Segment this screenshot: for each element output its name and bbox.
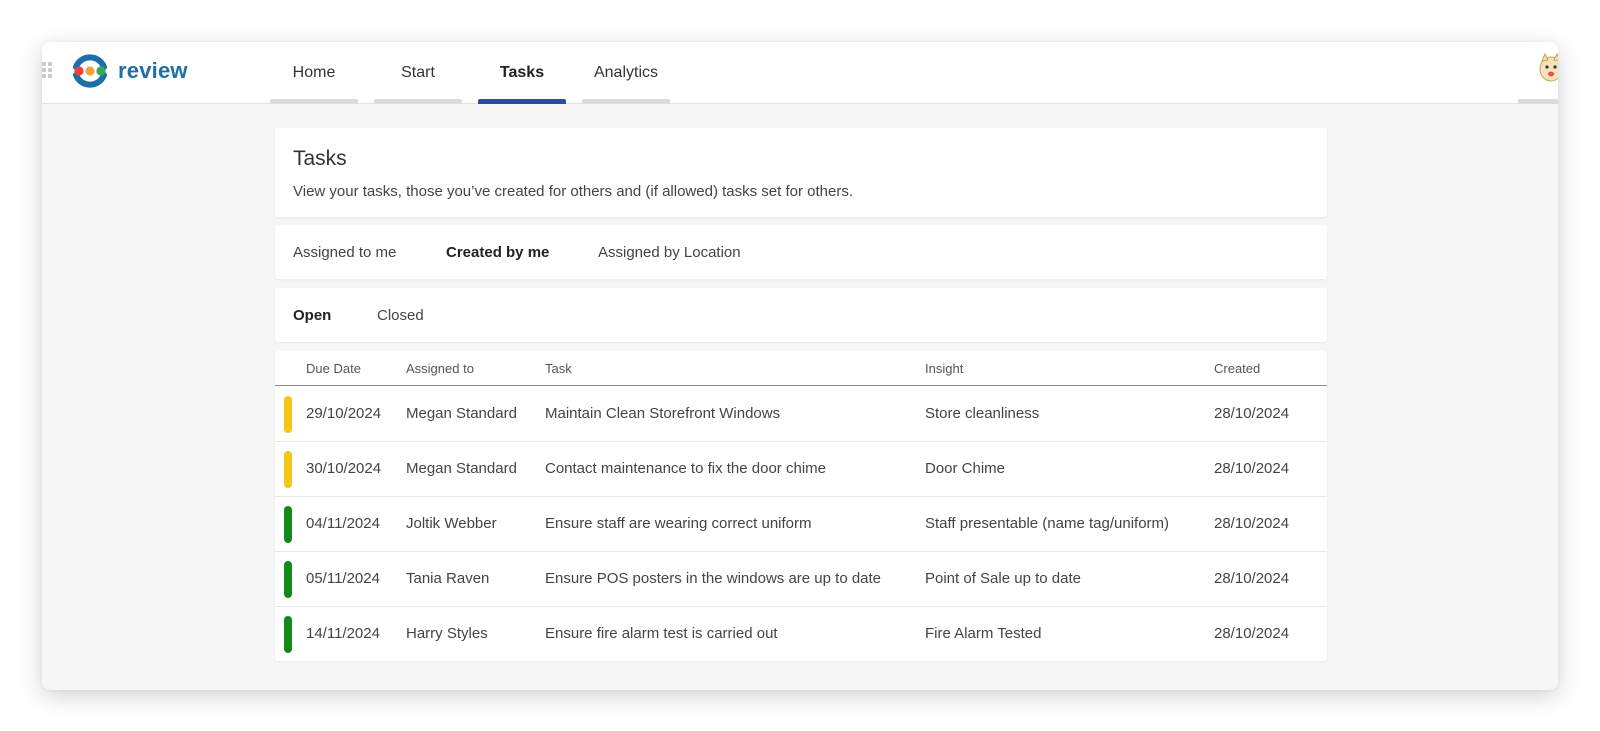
nav-tab-label: Analytics [593, 64, 659, 81]
tab-indicator-active [478, 99, 566, 104]
assigned-to-cell: Harry Styles [406, 625, 488, 642]
created-cell: 28/10/2024 [1214, 625, 1290, 642]
page-title: Tasks [293, 147, 347, 170]
tab-indicator [1518, 99, 1558, 104]
user-menu[interactable] [1518, 42, 1558, 104]
app-name: review [118, 58, 188, 83]
user-avatar-icon [1539, 52, 1558, 82]
created-cell: 28/10/2024 [1214, 405, 1290, 422]
nav-tab-label: Tasks [499, 64, 545, 81]
tab-created-by-me[interactable]: Created by me [446, 225, 549, 279]
app-logo[interactable]: review [70, 51, 188, 91]
status-indicator [284, 561, 292, 598]
tasks-table: Due Date Assigned to Task Insight Create… [275, 351, 1327, 661]
tab-assigned-by-location[interactable]: Assigned by Location [598, 225, 741, 279]
table-row[interactable]: 29/10/2024 Megan Standard Maintain Clean… [275, 387, 1327, 442]
column-header-insight[interactable]: Insight [925, 361, 963, 376]
task-cell: Contact maintenance to fix the door chim… [545, 460, 826, 477]
page-header-card: Tasks View your tasks, those you’ve crea… [275, 128, 1327, 217]
nav-tab-home[interactable]: Home [270, 42, 358, 104]
status-indicator [284, 451, 292, 488]
top-navigation-bar: review Home Start Tasks Analytics [42, 42, 1558, 104]
status-indicator [284, 396, 292, 433]
tab-indicator [582, 99, 670, 104]
insight-cell: Fire Alarm Tested [925, 625, 1042, 642]
assigned-to-cell: Megan Standard [406, 405, 517, 422]
assigned-to-cell: Tania Raven [406, 570, 490, 587]
table-row[interactable]: 04/11/2024 Joltik Webber Ensure staff ar… [275, 497, 1327, 552]
status-filter-tabs: Open Closed [275, 288, 1327, 342]
table-row[interactable]: 30/10/2024 Megan Standard Contact mainte… [275, 442, 1327, 497]
tab-indicator [270, 99, 358, 104]
review-logo-icon [73, 54, 107, 88]
tab-assigned-to-me[interactable]: Assigned to me [293, 225, 396, 279]
created-cell: 28/10/2024 [1214, 460, 1290, 477]
due-date-cell: 29/10/2024 [306, 405, 382, 422]
tab-closed[interactable]: Closed [377, 288, 424, 342]
table-row[interactable]: 14/11/2024 Harry Styles Ensure fire alar… [275, 607, 1327, 662]
tab-indicator [374, 99, 462, 104]
insight-cell: Staff presentable (name tag/uniform) [925, 515, 1170, 532]
table-row[interactable]: 05/11/2024 Tania Raven Ensure POS poster… [275, 552, 1327, 607]
nav-tab-analytics[interactable]: Analytics [582, 42, 670, 104]
task-cell: Ensure POS posters in the windows are up… [545, 570, 882, 587]
column-header-assigned-to[interactable]: Assigned to [406, 361, 474, 376]
task-cell: Ensure staff are wearing correct uniform [545, 515, 812, 532]
nav-tab-start[interactable]: Start [374, 42, 462, 104]
column-header-task[interactable]: Task [545, 361, 572, 376]
nav-tab-label: Start [401, 64, 435, 81]
insight-cell: Store cleanliness [925, 405, 1040, 422]
due-date-cell: 05/11/2024 [306, 570, 380, 587]
created-cell: 28/10/2024 [1214, 570, 1290, 587]
nav-tab-tasks[interactable]: Tasks [478, 42, 566, 104]
app-window: review Home Start Tasks Analytics Tasks … [42, 42, 1558, 690]
nav-tab-label: Home [292, 64, 336, 81]
due-date-cell: 04/11/2024 [306, 515, 380, 532]
table-header: Due Date Assigned to Task Insight Create… [275, 351, 1327, 386]
column-header-created[interactable]: Created [1214, 361, 1260, 376]
assigned-to-cell: Joltik Webber [406, 515, 497, 532]
insight-cell: Point of Sale up to date [925, 570, 1081, 587]
page-description: View your tasks, those you’ve created fo… [293, 183, 853, 200]
task-cell: Maintain Clean Storefront Windows [545, 405, 781, 422]
tab-open[interactable]: Open [293, 288, 331, 342]
status-indicator [284, 616, 292, 653]
task-cell: Ensure fire alarm test is carried out [545, 625, 778, 642]
insight-cell: Door Chime [925, 460, 1006, 477]
column-header-due-date[interactable]: Due Date [306, 361, 361, 376]
due-date-cell: 30/10/2024 [306, 460, 382, 477]
status-indicator [284, 506, 292, 543]
created-cell: 28/10/2024 [1214, 515, 1290, 532]
assignment-filter-tabs: Assigned to me Created by me Assigned by… [275, 225, 1327, 279]
app-launcher-grip-icon[interactable] [42, 62, 52, 78]
assigned-to-cell: Megan Standard [406, 460, 517, 477]
due-date-cell: 14/11/2024 [306, 625, 380, 642]
